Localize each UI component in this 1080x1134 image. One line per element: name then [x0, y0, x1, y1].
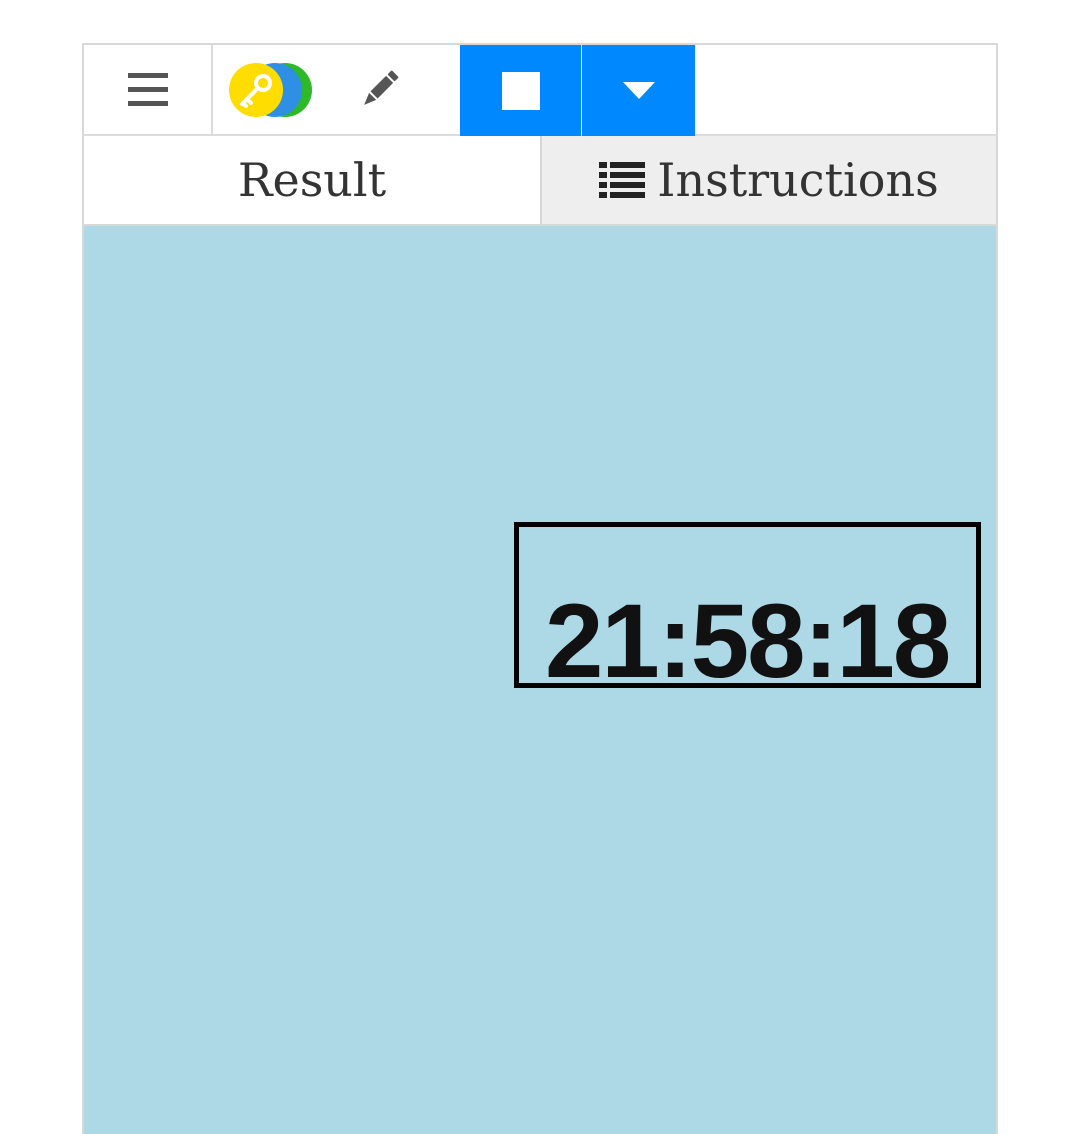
list-icon — [599, 162, 646, 198]
tab-instructions-label: Instructions — [657, 153, 939, 207]
tab-bar: Result Instructions — [84, 136, 996, 226]
app-window: Result Instructions 21:58:18 — [82, 43, 998, 1134]
result-panel: 21:58:18 — [84, 226, 996, 1134]
toolbar — [84, 45, 996, 136]
pencil-icon — [364, 70, 399, 105]
tab-result-label: Result — [237, 153, 387, 207]
tab-result[interactable]: Result — [84, 136, 540, 224]
tab-instructions[interactable]: Instructions — [540, 136, 996, 224]
stop-square-icon — [501, 71, 540, 110]
key-icon — [229, 63, 312, 117]
key-button[interactable] — [227, 62, 313, 118]
hamburger-menu-icon — [127, 72, 168, 107]
clock-display: 21:58:18 — [514, 522, 981, 688]
edit-button[interactable] — [354, 65, 404, 115]
run-options-dropdown-button[interactable] — [582, 45, 695, 136]
caret-down-icon — [622, 81, 655, 99]
clock-time: 21:58:18 — [545, 583, 951, 688]
menu-button[interactable] — [84, 45, 213, 134]
stop-button[interactable] — [460, 45, 581, 136]
